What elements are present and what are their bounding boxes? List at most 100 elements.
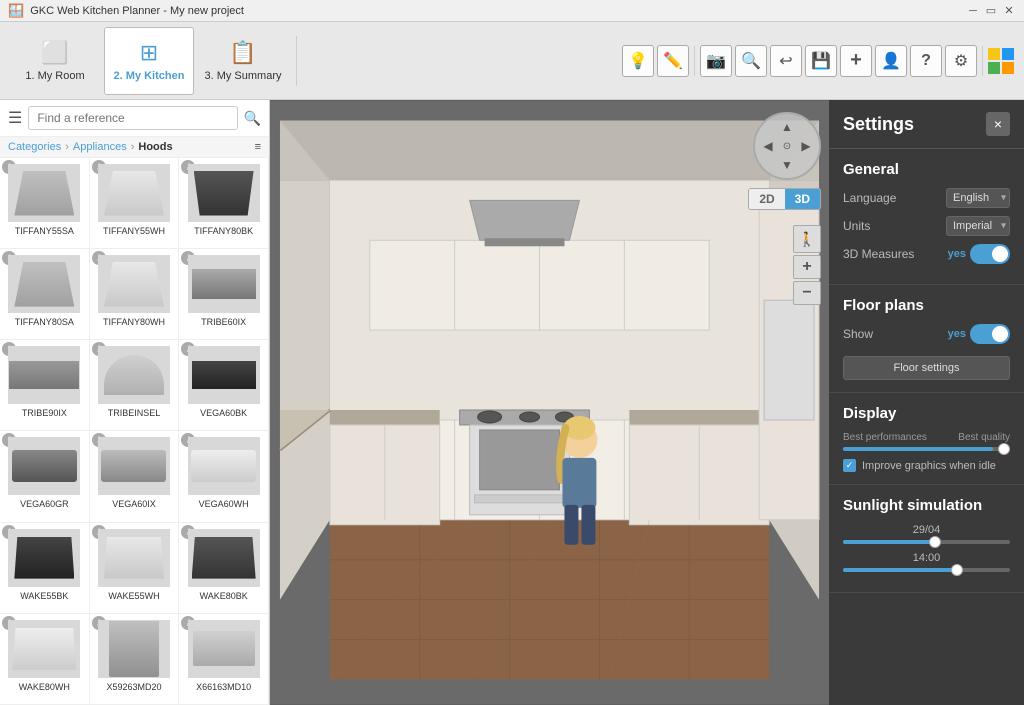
search-icon[interactable]: 🔍 <box>244 110 261 127</box>
quality-right-label: Best quality <box>958 432 1010 443</box>
kitchen-icon: ⊞ <box>140 40 158 66</box>
room-icon: ⬜ <box>41 40 68 66</box>
list-item[interactable]: i X59263MD20 <box>90 614 180 705</box>
settings-button[interactable]: ⚙ <box>945 45 977 77</box>
tab-room[interactable]: ⬜ 1. My Room <box>10 27 100 95</box>
list-item[interactable]: i TIFFANY80BK <box>179 158 269 249</box>
person-button[interactable]: 👤 <box>875 45 907 77</box>
settings-title: Settings <box>843 114 914 135</box>
display-section: Display Best performances Best quality I… <box>829 393 1024 485</box>
quality-slider-thumb[interactable] <box>998 443 1010 455</box>
cursor-button[interactable]: ✏️ <box>657 45 689 77</box>
time-slider-thumb[interactable] <box>951 564 963 576</box>
quality-slider-fill <box>843 447 993 451</box>
list-item[interactable]: i X66163MD10 <box>179 614 269 705</box>
camera-button[interactable]: 📷 <box>700 45 732 77</box>
quality-left-label: Best performances <box>843 432 927 443</box>
units-select[interactable]: Imperial Metric <box>946 216 1010 236</box>
time-slider-track <box>843 568 1010 572</box>
viewport[interactable]: ▲ ◀ ⊙ ▶ ▼ 2D 3D 🚶 + − <box>270 100 829 705</box>
units-row: Units Imperial Metric <box>843 216 1010 236</box>
language-select[interactable]: English French German Spanish <box>946 188 1010 208</box>
bulb-button[interactable]: 💡 <box>622 45 654 77</box>
summary-icon: 📋 <box>229 40 256 66</box>
menu-button[interactable]: ☰ <box>8 108 22 128</box>
zoom-in-button[interactable]: + <box>793 255 821 279</box>
breadcrumb: Categories › Appliances › Hoods ≡ <box>0 137 269 158</box>
list-item[interactable]: i WAKE80WH <box>0 614 90 705</box>
list-item[interactable]: i VEGA60GR <box>0 431 90 522</box>
add-button[interactable]: + <box>840 45 872 77</box>
list-item[interactable]: i VEGA60IX <box>90 431 180 522</box>
close-button[interactable]: ✕ <box>1002 4 1016 18</box>
tab-room-label: 1. My Room <box>25 70 84 82</box>
general-section-title: General <box>843 161 1010 178</box>
panel-toolbar: ☰ 🔍 <box>0 100 269 137</box>
list-item[interactable]: i WAKE55BK <box>0 523 90 614</box>
date-slider-thumb[interactable] <box>929 536 941 548</box>
app-icon: 🪟 <box>8 3 24 19</box>
zoom-out-button[interactable]: − <box>793 281 821 305</box>
list-item[interactable]: i TIFFANY55SA <box>0 158 90 249</box>
settings-close-button[interactable]: × <box>986 112 1010 136</box>
breadcrumb-appliances[interactable]: Appliances <box>73 141 127 153</box>
view-3d-button[interactable]: 3D <box>785 189 820 209</box>
compass-up[interactable]: ▲ <box>778 118 796 136</box>
show-value: yes <box>948 328 966 340</box>
list-item[interactable]: i TIFFANY80WH <box>90 249 180 340</box>
list-item[interactable]: i TIFFANY80SA <box>0 249 90 340</box>
tab-summary-label: 3. My Summary <box>204 70 281 82</box>
undo-button[interactable]: ↩ <box>770 45 802 77</box>
compass-left[interactable]: ◀ <box>759 137 777 155</box>
zoom-button[interactable]: 🔍 <box>735 45 767 77</box>
list-item[interactable]: i WAKE80BK <box>179 523 269 614</box>
nav-compass: ▲ ◀ ⊙ ▶ ▼ <box>753 112 821 180</box>
language-label: Language <box>843 191 896 205</box>
maximize-button[interactable]: ▭ <box>984 4 998 18</box>
show-toggle-group: yes <box>948 324 1010 344</box>
list-item[interactable]: i TRIBEINSEL <box>90 340 180 431</box>
list-view-icon[interactable]: ≡ <box>255 141 261 153</box>
settings-header: Settings × <box>829 100 1024 149</box>
list-item[interactable]: i VEGA60WH <box>179 431 269 522</box>
time-slider-fill <box>843 568 957 572</box>
minimize-button[interactable]: ─ <box>966 4 980 18</box>
measures-3d-label: 3D Measures <box>843 247 914 261</box>
date-slider-fill <box>843 540 935 544</box>
list-item[interactable]: i VEGA60BK <box>179 340 269 431</box>
sunlight-section: Sunlight simulation 29/04 14:00 <box>829 485 1024 593</box>
search-input[interactable] <box>28 106 237 130</box>
settings-general-section: General Language English French German S… <box>829 149 1024 285</box>
sunlight-date: 29/04 <box>843 524 1010 536</box>
measures-3d-toggle-group: yes <box>948 244 1010 264</box>
quality-slider-track <box>843 447 1010 451</box>
title-text: GKC Web Kitchen Planner - My new project <box>30 5 244 17</box>
floor-settings-button[interactable]: Floor settings <box>843 356 1010 380</box>
units-select-wrapper: Imperial Metric <box>946 216 1010 236</box>
compass-right[interactable]: ▶ <box>797 137 815 155</box>
compass-down[interactable]: ▼ <box>778 156 796 174</box>
view-2d-button[interactable]: 2D <box>749 189 784 209</box>
compass-center[interactable]: ⊙ <box>778 137 796 155</box>
titlebar: 🪟 GKC Web Kitchen Planner - My new proje… <box>0 0 1024 22</box>
measures-3d-toggle[interactable] <box>970 244 1010 264</box>
language-row: Language English French German Spanish <box>843 188 1010 208</box>
list-item[interactable]: i WAKE55WH <box>90 523 180 614</box>
tab-summary[interactable]: 📋 3. My Summary <box>198 27 288 95</box>
breadcrumb-categories[interactable]: Categories <box>8 141 61 153</box>
color-squares <box>988 48 1014 74</box>
person-view-button[interactable]: 🚶 <box>793 225 821 253</box>
show-floor-row: Show yes <box>843 324 1010 344</box>
tab-kitchen[interactable]: ⊞ 2. My Kitchen <box>104 27 194 95</box>
help-button[interactable]: ? <box>910 45 942 77</box>
list-item[interactable]: i TRIBE60IX <box>179 249 269 340</box>
save-button[interactable]: 💾 <box>805 45 837 77</box>
list-item[interactable]: i TIFFANY55WH <box>90 158 180 249</box>
show-toggle[interactable] <box>970 324 1010 344</box>
zoom-controls: 🚶 + − <box>793 225 821 305</box>
quality-slider-row: Best performances Best quality <box>843 432 1010 451</box>
improve-graphics-checkbox[interactable] <box>843 459 856 472</box>
improve-graphics-label: Improve graphics when idle <box>862 460 996 472</box>
list-item[interactable]: i TRIBE90IX <box>0 340 90 431</box>
view-toggle: 2D 3D <box>748 188 821 210</box>
